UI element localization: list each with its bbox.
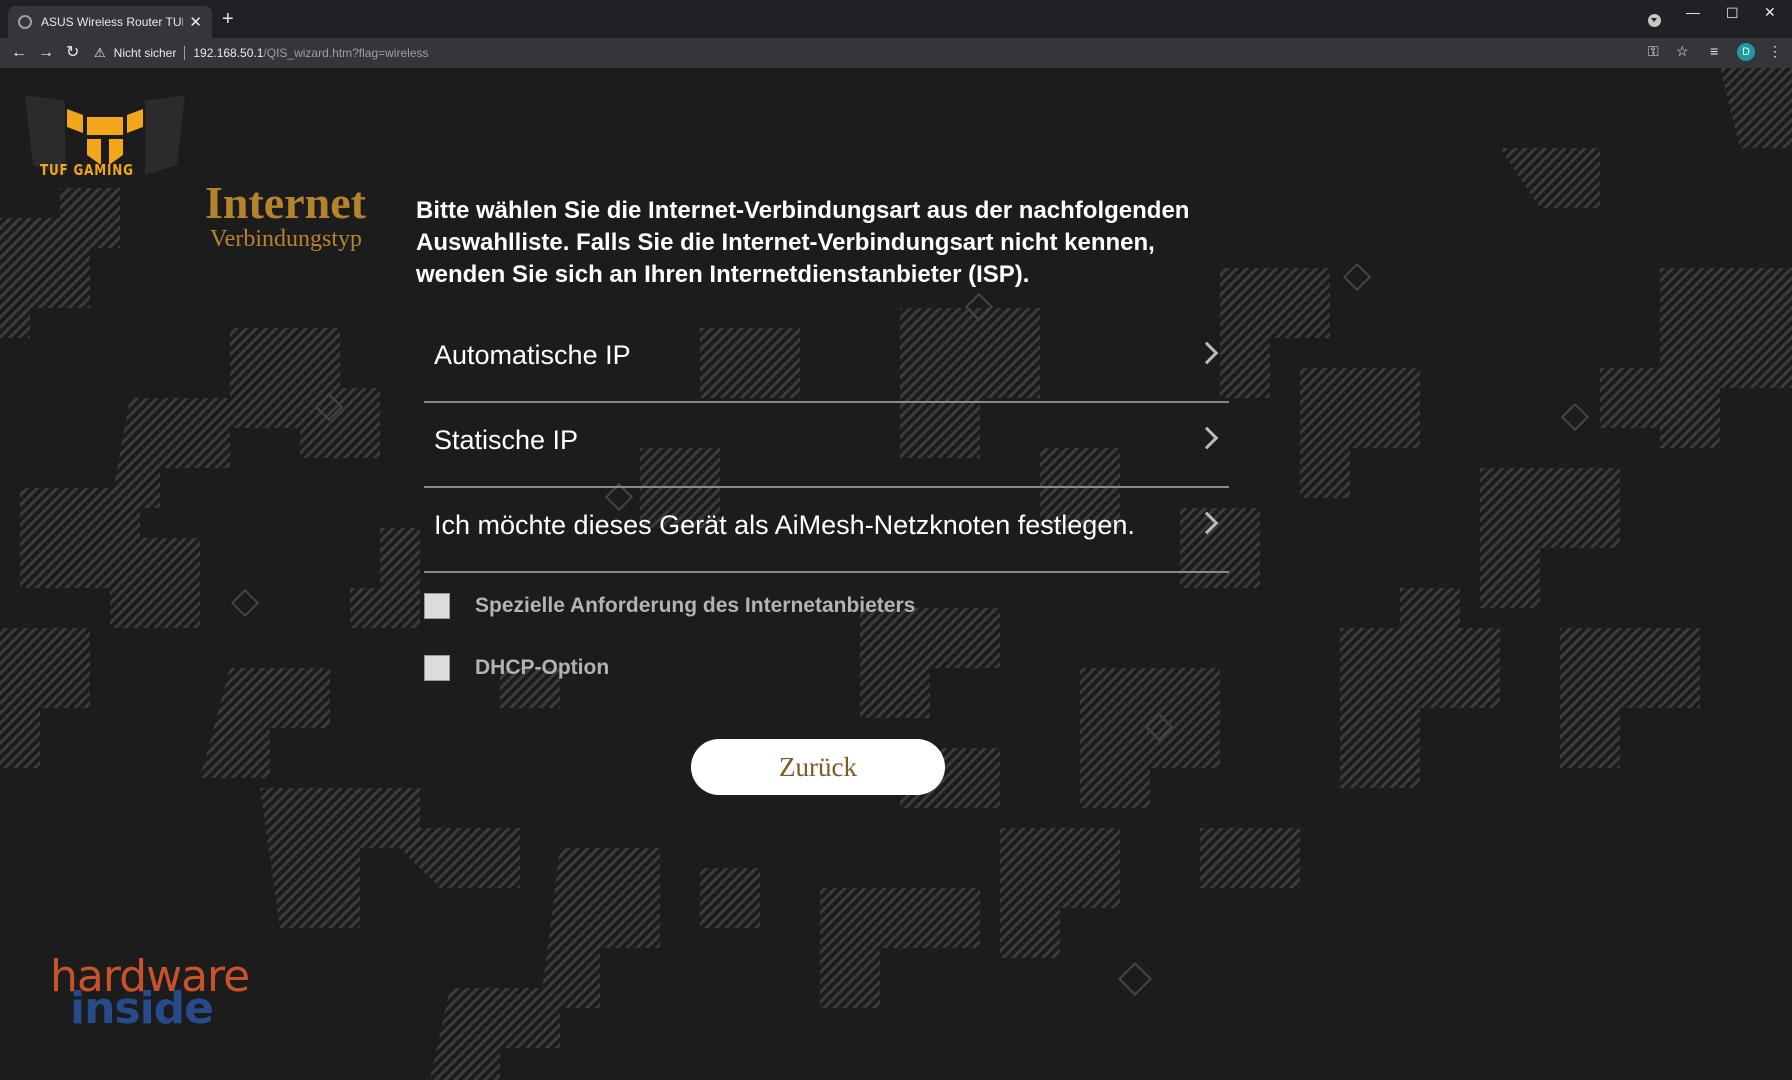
page-subtitle: Verbindungstyp (210, 226, 362, 252)
close-tab-icon[interactable]: ✕ (189, 13, 202, 31)
option-static-ip[interactable]: Statische IP (424, 403, 1229, 488)
checkbox-label[interactable]: Spezielle Anforderung des Internetanbiet… (475, 594, 915, 618)
option-label: Automatische IP (434, 340, 631, 370)
divider (184, 46, 186, 60)
not-secure-label[interactable]: Nicht sicher (114, 46, 177, 60)
back-arrow-icon[interactable]: ← (11, 43, 27, 63)
browser-tab[interactable]: ASUS Wireless Router TUF-AX54 ✕ (8, 6, 212, 38)
reading-list-icon[interactable]: ≡ (1710, 43, 1718, 59)
instruction-text: Bitte wählen Sie die Internet-Verbindung… (416, 197, 1190, 288)
checkbox-label[interactable]: DHCP-Option (475, 656, 609, 680)
chevron-right-icon (1195, 341, 1219, 365)
tab-title: ASUS Wireless Router TUF-AX54 (41, 15, 183, 29)
hardware-inside-watermark: hardware inside (50, 955, 250, 1031)
minimize-icon[interactable]: — (1686, 4, 1700, 20)
isp-special-requirement-checkbox[interactable] (424, 593, 450, 619)
window-close-icon[interactable]: ✕ (1764, 4, 1776, 21)
maximize-icon[interactable]: ☐ (1726, 5, 1739, 22)
url-path[interactable]: /QIS_wizard.htm?flag=wireless (263, 46, 428, 60)
option-label: Ich möchte dieses Gerät als AiMesh-Netzk… (434, 510, 1135, 540)
isp-special-requirement-row: Spezielle Anforderung des Internetanbiet… (424, 591, 915, 621)
logo-text: TUF GAMING (40, 161, 134, 179)
option-label: Statische IP (434, 425, 579, 455)
url-host[interactable]: 192.168.50.1 (193, 46, 263, 60)
globe-icon (18, 15, 32, 29)
new-tab-icon[interactable]: + (222, 9, 234, 29)
browser-titlebar: ASUS Wireless Router TUF-AX54 ✕ + — ☐ ✕ (0, 0, 1792, 38)
chevron-right-icon (1195, 426, 1219, 450)
back-button[interactable]: Zurück (691, 739, 945, 795)
page-title: Internet (205, 177, 366, 228)
warning-icon[interactable]: ⚠ (94, 45, 106, 61)
profile-avatar[interactable]: D (1737, 43, 1755, 61)
chevron-right-icon (1195, 511, 1219, 535)
option-automatic-ip[interactable]: Automatische IP (424, 318, 1229, 403)
tab-search-icon[interactable] (1648, 14, 1661, 27)
key-icon[interactable]: ⚿ (1648, 43, 1659, 60)
dhcp-option-row: DHCP-Option (424, 653, 609, 683)
reload-icon[interactable]: ↻ (66, 43, 79, 63)
star-icon[interactable]: ☆ (1676, 43, 1689, 60)
dhcp-option-checkbox[interactable] (424, 655, 450, 681)
router-wizard-page: TUF GAMING Internet Verbindungstyp Bitte… (0, 68, 1792, 1080)
menu-icon[interactable]: ⋮ (1768, 43, 1782, 60)
forward-arrow-icon[interactable]: → (38, 43, 54, 63)
browser-toolbar: ← → ↻ ⚠ Nicht sicher 192.168.50.1 /QIS_w… (0, 38, 1792, 68)
address-bar[interactable]: ⚠ Nicht sicher 192.168.50.1 /QIS_wizard.… (94, 41, 1774, 65)
option-aimesh-node[interactable]: Ich möchte dieses Gerät als AiMesh-Netzk… (424, 488, 1229, 573)
